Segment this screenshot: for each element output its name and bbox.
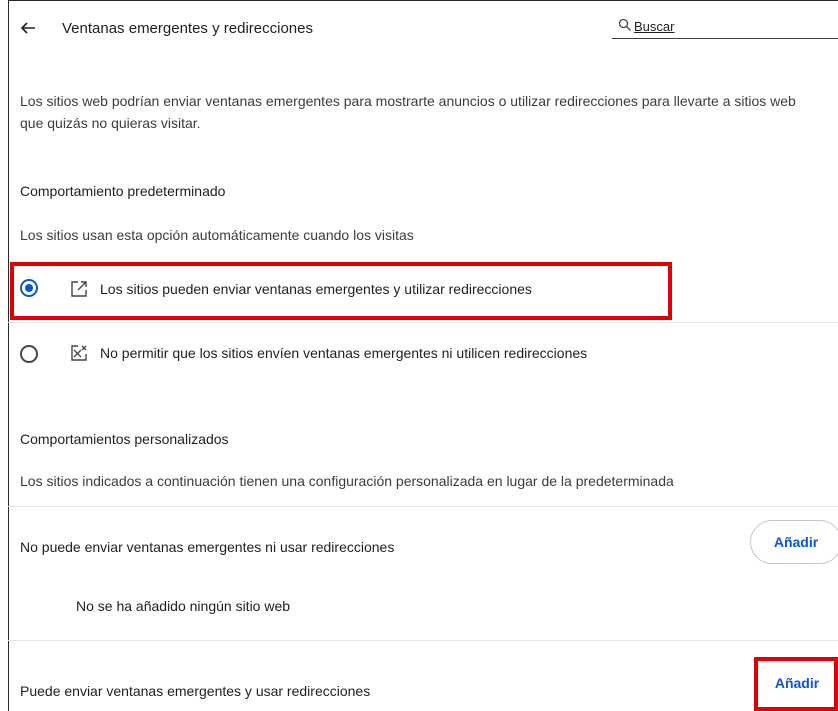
back-button[interactable] <box>16 16 40 40</box>
add-allowed-site-button[interactable]: Añadir <box>760 664 834 702</box>
option-allow-label: Los sitios pueden enviar ventanas emerge… <box>100 281 532 297</box>
intro-description: Los sitios web podrían enviar ventanas e… <box>20 93 796 131</box>
search-input[interactable] <box>634 16 834 36</box>
search-box[interactable] <box>612 16 838 39</box>
option-allow-row[interactable]: Los sitios pueden enviar ventanas emerge… <box>8 264 838 314</box>
add-blocked-site-button[interactable]: Añadir <box>750 520 838 564</box>
arrow-back-icon <box>20 22 35 34</box>
custom-behavior-heading: Comportamientos personalizados <box>20 431 229 447</box>
radio-block[interactable] <box>20 345 38 363</box>
custom-behavior-description: Los sitios indicados a continuación tien… <box>20 473 674 489</box>
radio-allow[interactable] <box>20 279 38 297</box>
option-block-row[interactable]: No permitir que los sitios envíen ventan… <box>8 328 838 378</box>
top-border <box>8 0 838 1</box>
open-in-new-icon <box>71 281 87 297</box>
page-title: Ventanas emergentes y redirecciones <box>62 20 313 37</box>
default-behavior-description: Los sitios usan esta opción automáticame… <box>20 227 414 243</box>
divider <box>8 322 838 323</box>
allowed-list-label: Puede enviar ventanas emergentes y usar … <box>20 683 371 699</box>
blocked-list-empty-text: No se ha añadido ningún sitio web <box>76 598 291 614</box>
popup-blocked-icon <box>71 345 87 361</box>
option-block-label: No permitir que los sitios envíen ventan… <box>100 345 588 361</box>
default-behavior-heading: Comportamiento predeterminado <box>20 183 226 199</box>
divider <box>8 506 838 507</box>
divider <box>8 640 838 641</box>
blocked-list-label: No puede enviar ventanas emergentes ni u… <box>20 539 395 555</box>
search-icon <box>618 18 631 31</box>
